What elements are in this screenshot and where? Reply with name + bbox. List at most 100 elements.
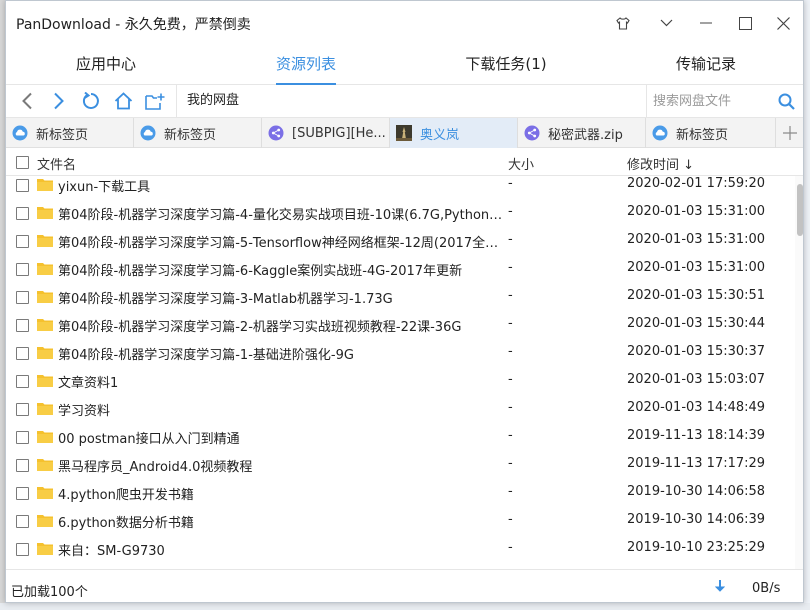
column-name-header[interactable]: 文件名: [37, 154, 76, 173]
minimize-button[interactable]: [689, 9, 723, 37]
file-name: 第04阶段-机器学习深度学习篇-5-Tensorflow神经网络框架-12周(2…: [58, 236, 499, 251]
file-name: 6.python数据分析书籍: [58, 516, 194, 531]
cloud-icon: [652, 125, 668, 141]
search-icon: [778, 93, 795, 110]
table-row[interactable]: 第04阶段-机器学习深度学习篇-4-量化交易实战项目班-10课(6.7G,Pyt…: [6, 199, 796, 227]
folder-icon: [37, 403, 53, 415]
file-size: -: [508, 372, 513, 387]
tab-download-tasks[interactable]: 下载任务(1): [406, 45, 606, 85]
file-name: 第04阶段-机器学习深度学习篇-4-量化交易实战项目班-10课(6.7G,Pyt…: [58, 208, 503, 223]
minimize-icon: [700, 22, 712, 24]
status-bar: 已加载100个 0B/s: [6, 569, 803, 602]
column-size-header[interactable]: 大小: [508, 154, 534, 173]
row-checkbox[interactable]: [16, 291, 29, 304]
column-date-header[interactable]: 修改时间 ↓: [627, 154, 694, 173]
file-name: 来自：SM-G9730: [58, 544, 165, 559]
maximize-button[interactable]: [728, 9, 762, 37]
table-row[interactable]: 第04阶段-机器学习深度学习篇-5-Tensorflow神经网络框架-12周(2…: [6, 227, 796, 255]
file-modified-date: 2020-01-03 15:31:00: [627, 260, 766, 275]
file-size: -: [508, 456, 513, 471]
table-row[interactable]: 第04阶段-机器学习深度学习篇-6-Kaggle案例实战班-4G-2017年更新…: [6, 255, 796, 283]
chevron-down-icon: [660, 19, 672, 27]
file-size: -: [508, 232, 513, 247]
new-folder-button[interactable]: [142, 89, 168, 113]
search-box: [646, 85, 803, 117]
home-button[interactable]: [110, 89, 136, 113]
browser-tab[interactable]: [SUBPIG][He...: [262, 118, 390, 148]
search-button[interactable]: [773, 89, 799, 113]
table-row[interactable]: 第04阶段-机器学习深度学习篇-3-Matlab机器学习-1.73G - 2020-…: [6, 283, 796, 311]
file-size: -: [508, 260, 513, 275]
file-rows: yixun-下载工具 - 2020-02-01 17:59:20 第04阶段-机器学习…: [6, 176, 796, 569]
file-size: -: [508, 428, 513, 443]
browser-tab[interactable]: 新标签页: [6, 118, 134, 148]
browser-tab[interactable]: 秘密武器.zip: [518, 118, 646, 148]
tab-app-center[interactable]: 应用中心: [6, 45, 206, 85]
row-checkbox[interactable]: [16, 179, 29, 192]
row-checkbox[interactable]: [16, 347, 29, 360]
file-name: 黑马程序员_Android4.0视频教程: [58, 460, 253, 475]
file-name: 第04阶段-机器学习深度学习篇-3-Matlab机器学习-1.73G: [58, 292, 393, 307]
browser-tab[interactable]: 新标签页: [134, 118, 262, 148]
row-checkbox[interactable]: [16, 235, 29, 248]
back-button[interactable]: [14, 89, 40, 113]
row-checkbox[interactable]: [16, 459, 29, 472]
table-row[interactable]: yixun-下载工具 - 2020-02-01 17:59:20: [6, 176, 796, 199]
share-icon: [524, 125, 540, 141]
tab-transfer-records[interactable]: 传输记录: [606, 45, 803, 85]
close-button[interactable]: [766, 9, 800, 37]
tab-resource-list[interactable]: 资源列表: [206, 45, 406, 85]
forward-button[interactable]: [46, 89, 72, 113]
table-row[interactable]: 6.python数据分析书籍 - 2019-10-30 14:06:39: [6, 507, 796, 535]
select-all-checkbox[interactable]: [16, 156, 29, 169]
main-tabs: 应用中心 资源列表 下载任务(1) 传输记录: [6, 45, 803, 85]
file-modified-date: 2020-01-03 15:30:44: [627, 316, 766, 331]
row-checkbox[interactable]: [16, 487, 29, 500]
browser-tab-label: 秘密武器.zip: [548, 127, 623, 143]
folder-icon: [37, 235, 53, 247]
skin-button[interactable]: [606, 9, 640, 37]
download-speed: 0B/s: [752, 581, 781, 596]
folder-icon: [37, 207, 53, 219]
folder-icon: [37, 543, 53, 555]
table-row[interactable]: 00 postman接口从入门到精通 - 2019-11-13 18:14:39: [6, 423, 796, 451]
refresh-button[interactable]: [78, 89, 104, 113]
row-checkbox[interactable]: [16, 263, 29, 276]
table-row[interactable]: 学习资料 - 2020-01-03 14:48:49: [6, 395, 796, 423]
folder-icon: [37, 347, 53, 359]
browser-tab[interactable]: 新标签页: [646, 118, 776, 148]
table-row[interactable]: 来自：SM-G9730 - 2019-10-10 23:25:29: [6, 535, 796, 563]
file-size: -: [508, 540, 513, 555]
row-checkbox[interactable]: [16, 403, 29, 416]
menu-button[interactable]: [649, 9, 683, 37]
table-row[interactable]: 文章资料1 - 2020-01-03 15:03:07: [6, 367, 796, 395]
row-checkbox[interactable]: [16, 515, 29, 528]
table-row[interactable]: 第04阶段-机器学习深度学习篇-1-基础进阶强化-9G - 2020-01-03 1…: [6, 339, 796, 367]
table-row[interactable]: 第04阶段-机器学习深度学习篇-2-机器学习实战班视频教程-22课-36G - 20…: [6, 311, 796, 339]
file-size: -: [508, 484, 513, 499]
vertical-scrollbar[interactable]: [795, 176, 803, 569]
scrollbar-thumb[interactable]: [797, 184, 803, 236]
row-checkbox[interactable]: [16, 431, 29, 444]
row-checkbox[interactable]: [16, 543, 29, 556]
arrow-left-icon: [22, 92, 32, 110]
row-checkbox[interactable]: [16, 319, 29, 332]
folder-icon: [37, 263, 53, 275]
table-row[interactable]: 4.python爬虫开发书籍 - 2019-10-30 14:06:58: [6, 479, 796, 507]
file-modified-date: 2020-01-03 15:30:51: [627, 288, 766, 303]
search-input[interactable]: [653, 91, 771, 111]
browser-tab-active[interactable]: 奥义岚: [390, 118, 518, 148]
close-icon: [776, 16, 790, 30]
file-list: yixun-下载工具 - 2020-02-01 17:59:20 第04阶段-机器学习…: [6, 176, 796, 569]
table-row[interactable]: 黑马程序员_Android4.0视频教程 - 2019-11-13 17:17:29: [6, 451, 796, 479]
window-title: PanDownload - 永久免费，严禁倒卖: [16, 17, 251, 33]
folder-icon: [37, 319, 53, 331]
folder-icon: [37, 487, 53, 499]
avatar-thumbnail: [396, 125, 412, 141]
row-checkbox[interactable]: [16, 207, 29, 220]
row-checkbox[interactable]: [16, 375, 29, 388]
shirt-icon: [616, 16, 630, 30]
add-tab-button[interactable]: [776, 118, 803, 148]
download-arrow-icon: [715, 580, 725, 592]
folder-icon: [37, 515, 53, 527]
